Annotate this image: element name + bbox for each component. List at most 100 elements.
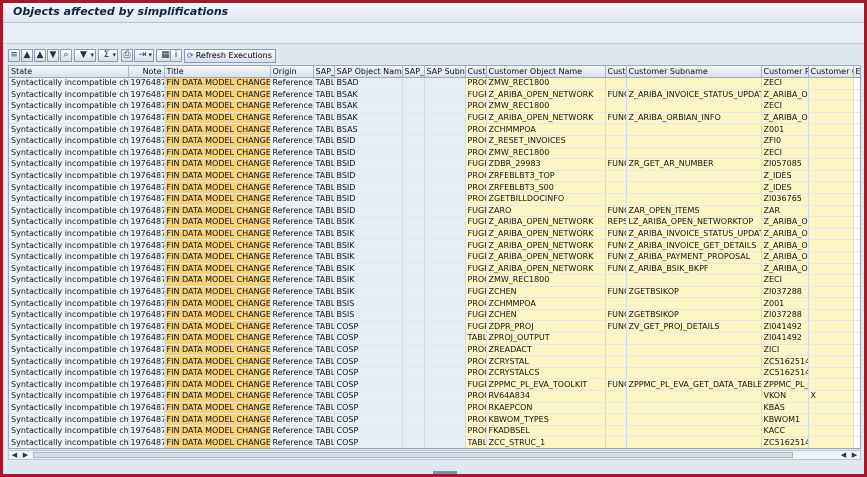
table-cell[interactable]: Reference: [270, 112, 314, 125]
table-cell[interactable]: Syntactically incompatible change: [9, 193, 129, 206]
table-cell[interactable]: TABL: [465, 436, 487, 448]
table-cell[interactable]: [424, 413, 466, 426]
table-cell[interactable]: [424, 193, 466, 206]
table-cell[interactable]: [402, 89, 425, 102]
table-cell[interactable]: COSP: [334, 425, 403, 438]
column-header[interactable]: Title: [164, 66, 271, 78]
table-cell[interactable]: Z_ARIBA_OPEN_NETWORK: [486, 251, 606, 264]
table-cell[interactable]: ZRFEBLBT3_S00: [486, 181, 606, 194]
table-cell[interactable]: [402, 320, 425, 334]
table-cell[interactable]: [402, 205, 425, 218]
table-cell[interactable]: [808, 402, 854, 415]
table-cell[interactable]: Z001: [761, 123, 809, 136]
column-header[interactable]: SAP_: [402, 66, 425, 78]
table-cell[interactable]: TABL: [313, 378, 335, 392]
table-cell[interactable]: ZCC_STRUC_1: [486, 436, 606, 448]
table-row[interactable]: Syntactically incompatible change1976487…: [9, 355, 860, 368]
table-cell[interactable]: TABL: [313, 216, 335, 229]
table-row[interactable]: Syntactically incompatible change1976487…: [9, 367, 860, 380]
table-cell[interactable]: Reference: [270, 297, 314, 310]
table-row[interactable]: Syntactically incompatible change1976487…: [9, 147, 860, 160]
table-cell[interactable]: 1976487: [128, 228, 165, 241]
table-cell[interactable]: Syntactically incompatible change: [9, 344, 129, 357]
table-cell[interactable]: [424, 425, 466, 438]
table-cell[interactable]: ZAR: [761, 205, 809, 218]
table-cell[interactable]: FIN DATA MODEL CHANGES: [164, 413, 271, 426]
table-cell[interactable]: [424, 158, 466, 171]
table-cell[interactable]: ZCHEN: [486, 286, 606, 299]
column-header[interactable]: SAP Object Name: [334, 66, 403, 78]
table-cell[interactable]: 1976487: [128, 297, 165, 310]
table-cell[interactable]: COSP: [334, 344, 403, 357]
table-cell[interactable]: Z_IDES: [761, 170, 809, 183]
table-cell[interactable]: FUGR: [465, 263, 487, 276]
table-row[interactable]: Syntactically incompatible change1976487…: [9, 274, 860, 287]
table-row[interactable]: Syntactically incompatible change1976487…: [9, 123, 860, 136]
table-cell[interactable]: FIN DATA MODEL CHANGES: [164, 355, 271, 368]
table-cell[interactable]: [605, 355, 627, 368]
table-cell[interactable]: BSIK: [334, 239, 403, 252]
table-cell[interactable]: PROG: [465, 77, 487, 90]
table-cell[interactable]: [424, 89, 466, 102]
table-cell[interactable]: PROG: [465, 170, 487, 183]
table-cell[interactable]: [626, 170, 762, 183]
table-cell[interactable]: [808, 228, 854, 241]
table-cell[interactable]: RKAEPCON: [486, 402, 606, 415]
table-cell[interactable]: [424, 344, 466, 357]
table-cell[interactable]: 1976487: [128, 100, 165, 113]
table-cell[interactable]: [402, 147, 425, 160]
table-cell[interactable]: TABL: [313, 332, 335, 345]
table-cell[interactable]: FIN DATA MODEL CHANGES: [164, 378, 271, 392]
table-row[interactable]: Syntactically incompatible change1976487…: [9, 413, 860, 426]
table-cell[interactable]: [424, 77, 466, 90]
table-cell[interactable]: TABL: [313, 413, 335, 426]
table-cell[interactable]: KBWOM1: [761, 413, 809, 426]
table-cell[interactable]: [402, 158, 425, 171]
table-cell[interactable]: Reference: [270, 274, 314, 287]
table-cell[interactable]: ZCHEN: [486, 309, 606, 322]
table-cell[interactable]: 1976487: [128, 436, 165, 448]
scrollbar-thumb[interactable]: [33, 452, 793, 458]
table-cell[interactable]: COSP: [334, 390, 403, 403]
table-cell[interactable]: ZC5162514: [761, 367, 809, 380]
table-cell[interactable]: [853, 332, 860, 345]
table-cell[interactable]: [853, 135, 860, 148]
table-cell[interactable]: BSID: [334, 135, 403, 148]
table-cell[interactable]: BSIK: [334, 274, 403, 287]
table-cell[interactable]: Reference: [270, 436, 314, 448]
table-cell[interactable]: 1976487: [128, 170, 165, 183]
table-cell[interactable]: [853, 112, 860, 125]
table-cell[interactable]: TABL: [313, 100, 335, 113]
table-cell[interactable]: [853, 320, 860, 334]
table-cell[interactable]: TABL: [313, 297, 335, 310]
table-cell[interactable]: TABL: [313, 170, 335, 183]
table-cell[interactable]: 1976487: [128, 274, 165, 287]
table-cell[interactable]: [424, 147, 466, 160]
table-cell[interactable]: ZICI: [761, 344, 809, 357]
table-row[interactable]: Syntactically incompatible change1976487…: [9, 239, 860, 252]
table-cell[interactable]: Syntactically incompatible change: [9, 170, 129, 183]
table-cell[interactable]: [424, 181, 466, 194]
table-cell[interactable]: 1976487: [128, 390, 165, 403]
table-cell[interactable]: ZRFEBLBT3_TOP: [486, 170, 606, 183]
table-cell[interactable]: [853, 274, 860, 287]
table-cell[interactable]: BSAK: [334, 112, 403, 125]
table-cell[interactable]: Reference: [270, 135, 314, 148]
table-cell[interactable]: [402, 216, 425, 229]
table-cell[interactable]: [626, 147, 762, 160]
table-cell[interactable]: [853, 436, 860, 448]
table-cell[interactable]: TABL: [313, 309, 335, 322]
table-cell[interactable]: FIN DATA MODEL CHANGES: [164, 205, 271, 218]
column-header[interactable]: Customer P_: [761, 66, 809, 78]
column-header[interactable]: Customer Object Name: [486, 66, 606, 78]
table-cell[interactable]: Syntactically incompatible change: [9, 100, 129, 113]
table-cell[interactable]: [808, 193, 854, 206]
table-cell[interactable]: FIN DATA MODEL CHANGES: [164, 274, 271, 287]
table-cell[interactable]: [808, 147, 854, 160]
table-cell[interactable]: FUGR: [465, 239, 487, 252]
table-cell[interactable]: TABL: [313, 123, 335, 136]
table-cell[interactable]: FUNC: [605, 320, 627, 334]
table-cell[interactable]: 1976487: [128, 263, 165, 276]
table-row[interactable]: Syntactically incompatible change1976487…: [9, 251, 860, 264]
find-button[interactable]: ⌕: [60, 49, 72, 62]
